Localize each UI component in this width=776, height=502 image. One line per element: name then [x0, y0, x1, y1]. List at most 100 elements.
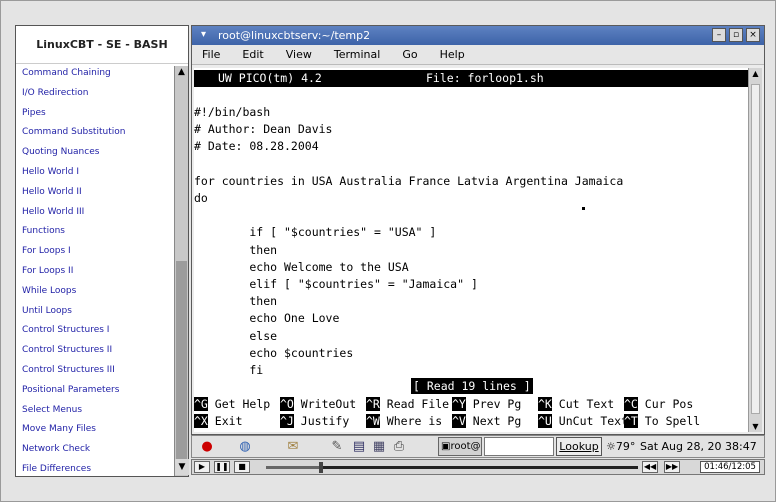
mail-icon[interactable]: ✉ [284, 438, 302, 456]
window-titlebar[interactable]: ▾ root@linuxcbtserv:~/temp2 – ▫ × [192, 26, 764, 45]
shortcut-label: Cur Pos [644, 397, 694, 411]
shortcut-label: UnCut Text [558, 414, 629, 428]
code-line: # Author: Dean Davis [194, 122, 333, 137]
pause-icon[interactable]: ❚❚ [214, 461, 230, 473]
calc-icon[interactable]: ▦ [370, 438, 388, 456]
menu-view[interactable]: View [286, 45, 312, 64]
lesson-link[interactable]: Command Chaining [16, 64, 188, 84]
shortcut-key: ^J [280, 414, 294, 428]
shortcut-key: ^T [624, 414, 638, 428]
code-line: then [194, 242, 278, 257]
menu-help[interactable]: Help [440, 45, 465, 64]
shortcut-label: Cut Text [558, 397, 615, 411]
sidebar-scroll-thumb[interactable] [176, 261, 187, 461]
sidebar-scrollbar[interactable]: ▲ ▼ [174, 66, 188, 476]
term-scroll-down-icon[interactable]: ▼ [749, 422, 762, 431]
shortcut-item: ^J Justify [280, 413, 349, 430]
menu-go[interactable]: Go [402, 45, 417, 64]
task-label: root@ [450, 441, 481, 452]
window-menu-chevron-icon[interactable]: ▾ [197, 29, 210, 41]
menu-terminal[interactable]: Terminal [334, 45, 381, 64]
weather-temp: 79° [615, 440, 636, 453]
player-scroll-down-icon[interactable]: ▼ [175, 459, 189, 475]
clock[interactable]: Sat Aug 28, 20 38:47 [640, 436, 757, 457]
shortcut-item: ^K Cut Text [538, 396, 614, 413]
code-line: if [ "$countries" = "USA" ] [194, 225, 437, 240]
window-title: root@linuxcbtserv:~/temp2 [218, 29, 371, 42]
lesson-link[interactable]: For Loops II [16, 262, 188, 282]
lookup-button[interactable]: Lookup [556, 437, 602, 456]
browser-icon[interactable]: ◍ [236, 438, 254, 456]
impress-icon[interactable]: ▤ [350, 438, 368, 456]
lesson-link[interactable]: Control Structures III [16, 361, 188, 381]
lesson-link[interactable]: Select Menus [16, 401, 188, 421]
lesson-link[interactable]: While Loops [16, 282, 188, 302]
term-scroll-thumb[interactable] [751, 84, 760, 414]
lookup-input[interactable] [484, 437, 554, 456]
lesson-link[interactable]: I/O Redirection [16, 84, 188, 104]
lesson-link[interactable]: Control Structures II [16, 341, 188, 361]
fast-forward-icon[interactable]: ▶▶ [664, 461, 680, 473]
code-line: else [194, 328, 278, 343]
menu-edit[interactable]: Edit [242, 45, 263, 64]
shortcut-item: ^R Read File [366, 396, 449, 413]
terminal-window: ▾ root@linuxcbtserv:~/temp2 – ▫ × File Ed… [191, 25, 765, 435]
pico-app-name: UW PICO(tm) 4.2 [218, 71, 322, 85]
term-scroll-up-icon[interactable]: ▲ [749, 69, 762, 78]
lesson-link[interactable]: Hello World II [16, 183, 188, 203]
weather-icon: ☼ [606, 440, 616, 453]
terminal-area[interactable]: UW PICO(tm) 4.2 File: forloop1.sh #!/bin/… [194, 68, 748, 432]
shortcut-label: WriteOut [300, 397, 357, 411]
lesson-sidebar: LinuxCBT - SE - BASH Command Chaining I/O… [15, 25, 189, 477]
seek-bar[interactable] [266, 462, 638, 473]
code-line: fi [194, 363, 264, 377]
shortcut-item: ^O WriteOut [280, 396, 356, 413]
code-line: # Date: 08.28.2004 [194, 139, 319, 154]
lesson-link[interactable]: Quoting Nuances [16, 143, 188, 163]
printer-icon[interactable]: ⎙ [390, 438, 408, 456]
code-line: echo Welcome to the USA [194, 259, 409, 274]
shortcut-key: ^W [366, 414, 380, 428]
weather-applet[interactable]: ☼79° [606, 436, 635, 457]
text-cursor [582, 207, 585, 210]
lesson-link[interactable]: Pipes [16, 104, 188, 124]
rewind-icon[interactable]: ◀◀ [642, 461, 658, 473]
stop-icon[interactable]: ■ [234, 461, 250, 473]
terminal-scrollbar[interactable]: ▲ ▼ [748, 68, 762, 432]
close-icon[interactable]: × [746, 28, 760, 42]
code-line: for countries in USA Australia France La… [194, 173, 624, 188]
lesson-link[interactable]: Hello World III [16, 203, 188, 223]
lesson-link[interactable]: File Differences [16, 460, 188, 476]
lesson-link[interactable]: Functions [16, 222, 188, 242]
shortcut-item: ^X Exit [194, 413, 243, 430]
writer-icon[interactable]: ✎ [328, 438, 346, 456]
taskbar-terminal-button[interactable]: ▣root@ [438, 437, 482, 456]
shortcut-item: ^C Cur Pos [624, 396, 693, 413]
maximize-icon[interactable]: ▫ [729, 28, 743, 42]
play-icon[interactable]: ▶ [194, 461, 210, 473]
minimize-icon[interactable]: – [712, 28, 726, 42]
shortcut-row-1: ^G Get Help ^O WriteOut ^R Read File ^Y Pre… [194, 396, 748, 413]
code-line: do [194, 191, 208, 205]
seek-progress [266, 466, 321, 469]
shortcut-row-2: ^X Exit ^J Justify ^W Where is ^V Next Pg ^U… [194, 413, 748, 430]
lesson-link[interactable]: Until Loops [16, 302, 188, 322]
lesson-link[interactable]: Move Many Files [16, 420, 188, 440]
seek-knob[interactable] [318, 462, 323, 473]
shortcut-key: ^Y [452, 397, 466, 411]
pico-file-label: File: forloop1.sh [426, 71, 544, 85]
lesson-link[interactable]: Hello World I [16, 163, 188, 183]
lesson-link[interactable]: Positional Parameters [16, 381, 188, 401]
scroll-up-arrow-icon[interactable]: ▲ [175, 66, 188, 78]
playback-time: 01:46/12:05 [700, 461, 760, 473]
lesson-link[interactable]: Command Substitution [16, 123, 188, 143]
menu-file[interactable]: File [202, 45, 220, 64]
lesson-link[interactable]: For Loops I [16, 242, 188, 262]
shortcut-item: ^W Where is [366, 413, 442, 430]
shortcut-key: ^O [280, 397, 294, 411]
pico-header: UW PICO(tm) 4.2 File: forloop1.sh [194, 70, 748, 87]
lesson-link[interactable]: Network Check [16, 440, 188, 460]
redhat-menu-icon[interactable]: ● [198, 438, 216, 456]
window-controls: – ▫ × [712, 28, 760, 42]
lesson-link[interactable]: Control Structures I [16, 321, 188, 341]
